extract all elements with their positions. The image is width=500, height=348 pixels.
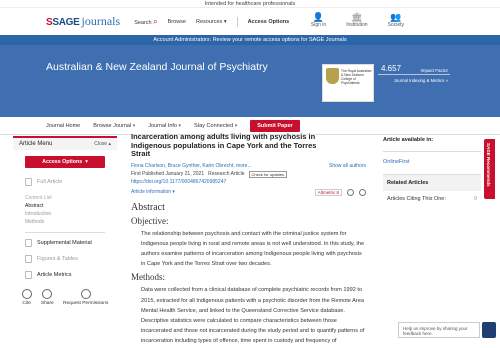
image-icon [25, 255, 32, 263]
share-button[interactable]: Share [41, 289, 54, 306]
article-menu: Article Menu Close ▴ Access Options ▾ Ful… [13, 136, 117, 312]
publish-date: First Published January 21, 2021 [131, 171, 205, 177]
access-options-button[interactable]: Access Options ▾ [25, 156, 105, 168]
divider [25, 232, 105, 233]
articles-citing-row[interactable]: Articles Citing This One: 0 [383, 191, 481, 207]
society-button[interactable]: 👥 Society [388, 12, 404, 28]
request-permissions-button[interactable]: Request Permissions [63, 289, 108, 306]
article-actions: Cite Share Request Permissions [13, 283, 117, 312]
cover-text: The Royal Australian & New Zealand Colle… [341, 69, 372, 85]
publication-info: First Published January 21, 2021 Researc… [131, 170, 366, 178]
divider [236, 16, 238, 27]
author-list: Fiona Charlson, Bruce Gynther, Karin Obr… [131, 163, 366, 169]
figures-tables-link[interactable]: Figures & Tables [13, 251, 117, 267]
methods-text: Data were collected from a clinical data… [141, 287, 365, 345]
document-icon [25, 178, 32, 186]
tab-stay-connected[interactable]: Stay Connected ▾ [194, 123, 237, 129]
logo-sage: SSAGE [46, 17, 80, 28]
quote-icon [21, 289, 32, 299]
show-all-authors-link[interactable]: Show all authors [329, 163, 366, 169]
journal-title[interactable]: Australian & New Zealand Journal of Psyc… [46, 61, 276, 73]
article-type: Research Article [208, 171, 245, 177]
admin-banner[interactable]: Account Administrators: Review your remo… [0, 35, 500, 45]
toc-item-introduction[interactable]: Introduction [25, 210, 105, 218]
key-icon [80, 289, 91, 299]
journal-cover: The Royal Australian & New Zealand Colle… [322, 64, 374, 102]
doi-link[interactable]: https://doi.org/10.1177/0004867420985247 [131, 179, 366, 185]
articles-citing-count: 0 [473, 196, 477, 202]
menu-header: Article Menu Close ▴ [13, 136, 117, 150]
feedback-prompt[interactable]: Help us improve by sharing your feedback… [398, 322, 480, 338]
college-crest-icon [326, 68, 339, 84]
cite-button[interactable]: Cite [21, 289, 32, 306]
search-icon: ⌕ [153, 16, 158, 26]
institution-button[interactable]: 🏛 Institution [346, 12, 367, 28]
methods-heading: Methods: [131, 272, 166, 283]
person-icon: 👤 [312, 12, 325, 22]
chevron-down-icon: ▾ [223, 18, 227, 25]
abstract-heading: Abstract [131, 201, 165, 213]
chevron-down-icon: ▾ [234, 122, 238, 129]
logo-journals: journals [81, 14, 121, 28]
tab-browse-journal[interactable]: Browse Journal ▾ [93, 123, 135, 129]
society-icon: 👥 [390, 12, 402, 22]
content-list-head: Content List [25, 195, 52, 201]
article-metrics-link[interactable]: Article Metrics [13, 267, 117, 283]
check-updates-button[interactable]: Check for updates [248, 170, 287, 178]
chevron-down-icon: ▾ [178, 122, 182, 129]
share-icon [42, 289, 53, 299]
articles-citing-label: Articles Citing This One: [387, 196, 446, 202]
objective-text: The relationship between psychosis and c… [141, 230, 365, 268]
menu-close-button[interactable]: Close ▴ [94, 141, 111, 147]
full-article-link[interactable]: Full Article [13, 174, 117, 190]
browse-link[interactable]: Browse [168, 19, 186, 25]
article-info-row: Article information ▾ Altmetric 8 [131, 188, 366, 196]
search-link[interactable]: Search ⌕ [134, 17, 157, 27]
menu-title: Article Menu [19, 141, 53, 147]
tab-journal-home[interactable]: Journal Home [46, 123, 80, 129]
onlinefirst-link[interactable]: OnlineFirst [383, 152, 481, 174]
submit-paper-button[interactable]: Submit Paper [250, 119, 300, 132]
main-nav: Search ⌕ Browse Resources ▾ Access Optio… [134, 16, 290, 27]
sign-in-button[interactable]: 👤 Sign in [311, 12, 326, 28]
article-tools: Altmetric 8 [314, 188, 366, 196]
info-icon[interactable] [359, 188, 366, 196]
authors[interactable]: Fiona Charlson, Bruce Gynther, Karin Obr… [131, 163, 252, 169]
access-options-link[interactable]: Access Options [248, 19, 290, 25]
institution-icon: 🏛 [351, 12, 363, 22]
sage-journals-logo[interactable]: SSAGE journals [46, 14, 120, 29]
impact-label: Impact Factor [420, 68, 448, 73]
impact-value: 4.657 [381, 64, 402, 73]
chevron-up-icon: ▴ [108, 141, 111, 147]
related-articles-heading: Related Articles [383, 174, 481, 191]
indexing-metrics-link[interactable]: Journal Indexing & Metrics » [394, 78, 448, 83]
available-in-heading: Article available in: [383, 137, 481, 152]
chevron-down-icon: ▾ [132, 122, 136, 129]
objective-heading: Objective: [131, 215, 169, 226]
article-title: Incarceration among adults living with p… [131, 132, 317, 158]
professional-notice: Intended for healthcare professionals [0, 0, 500, 8]
supplemental-material-link[interactable]: Supplemental Material [13, 235, 117, 251]
tab-journal-info[interactable]: Journal Info ▾ [148, 123, 181, 129]
document-icon [25, 239, 32, 247]
toc-item-methods[interactable]: Methods [25, 218, 105, 226]
feedback-button[interactable] [482, 322, 496, 338]
article-information-link[interactable]: Article information ▾ [131, 189, 175, 195]
divider [378, 74, 450, 75]
sage-recommends-tab[interactable]: SAGE Recommends [484, 139, 495, 199]
site-header: SSAGE journals Search ⌕ Browse Resources… [0, 8, 500, 35]
chevron-down-icon: ▾ [172, 189, 175, 195]
article-main: Incarceration among adults living with p… [131, 132, 366, 348]
download-icon[interactable] [347, 188, 354, 196]
journal-hero: Australian & New Zealand Journal of Psyc… [0, 45, 500, 117]
chevron-down-icon: ▾ [85, 159, 88, 165]
altmetric-badge[interactable]: Altmetric 8 [314, 188, 342, 196]
content-list: Content List Abstract Introduction Metho… [13, 190, 117, 230]
impact-factor: 4.657 Impact Factor Journal Indexing & M… [378, 64, 450, 102]
resources-link[interactable]: Resources ▾ [196, 19, 227, 25]
right-sidebar: Article available in: OnlineFirst Relate… [383, 137, 481, 207]
toc-item-abstract[interactable]: Abstract [25, 202, 105, 210]
account-icons: 👤 Sign in 🏛 Institution 👥 Society [311, 12, 404, 28]
chart-icon [25, 271, 32, 279]
